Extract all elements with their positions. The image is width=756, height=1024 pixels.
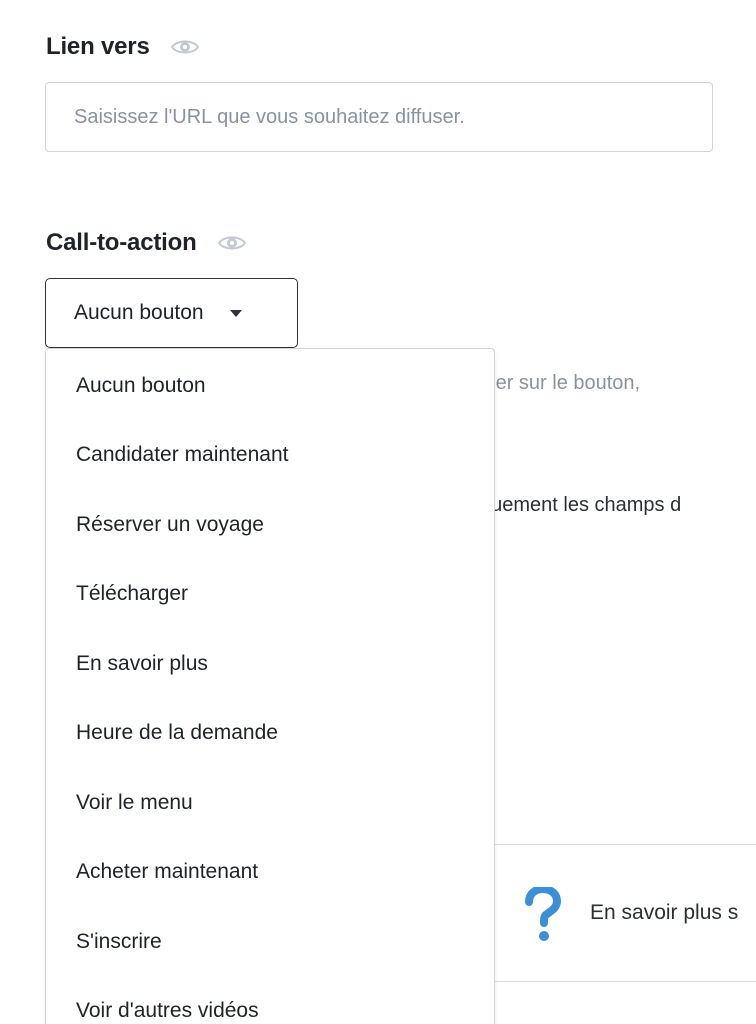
page: Lien vers Call-to-action Aucun bouton ic…: [0, 0, 756, 1024]
info-link-text[interactable]: En savoir plus s: [590, 901, 738, 925]
cta-help-text: icher sur le bouton,: [470, 372, 641, 394]
question-icon: [525, 884, 562, 943]
caret-down-icon: [229, 309, 242, 317]
option-heure-de-la-demande[interactable]: Heure de la demande: [46, 697, 494, 767]
cta-select-value: Aucun bouton: [74, 301, 204, 324]
option-telecharger[interactable]: Télécharger: [46, 558, 494, 628]
link-label-row: Lien vers: [46, 30, 200, 64]
cta-dropdown-menu: Aucun bouton Candidater maintenant Réser…: [45, 348, 495, 1024]
option-reserver-un-voyage[interactable]: Réserver un voyage: [46, 488, 494, 558]
url-input[interactable]: [45, 82, 713, 152]
option-voir-le-menu[interactable]: Voir le menu: [46, 766, 494, 836]
cta-options-list: Aucun bouton Candidater maintenant Réser…: [46, 349, 494, 1024]
option-acheter-maintenant[interactable]: Acheter maintenant: [46, 836, 494, 906]
option-s-inscrire[interactable]: S'inscrire: [46, 905, 494, 975]
option-candidater-maintenant[interactable]: Candidater maintenant: [46, 419, 494, 489]
field-help-text: tiquement les champs d: [470, 494, 682, 516]
cta-label: Call-to-action: [46, 229, 197, 256]
eye-icon[interactable]: [170, 38, 200, 56]
link-label: Lien vers: [46, 33, 150, 60]
option-en-savoir-plus[interactable]: En savoir plus: [46, 627, 494, 697]
cta-select-button[interactable]: Aucun bouton: [45, 278, 298, 348]
option-voir-autres-videos[interactable]: Voir d'autres vidéos: [46, 975, 494, 1024]
option-aucun-bouton[interactable]: Aucun bouton: [46, 349, 494, 419]
eye-icon[interactable]: [217, 234, 247, 252]
cta-label-row: Call-to-action: [46, 226, 247, 260]
